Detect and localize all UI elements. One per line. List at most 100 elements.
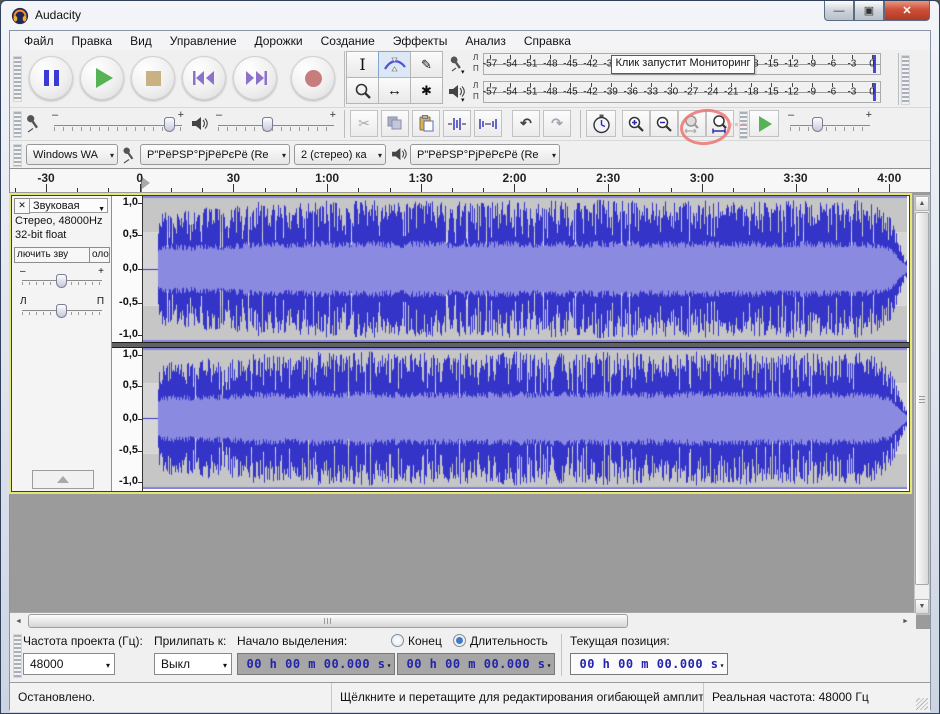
menu-item[interactable]: Анализ — [456, 32, 515, 50]
timeshift-tool-button[interactable]: ↔ — [378, 77, 411, 104]
track-gain-thumb[interactable] — [56, 274, 67, 288]
selection-toolbar-grip[interactable] — [13, 634, 22, 678]
record-button[interactable] — [291, 56, 335, 100]
magnifier-icon — [354, 82, 372, 100]
playback-speed-slider[interactable]: – + — [788, 110, 872, 138]
track-pan-slider[interactable]: Л П — [20, 296, 104, 322]
menu-item[interactable]: Эффекты — [384, 32, 457, 50]
recording-channels-dropdown[interactable]: 2 (стерео) ка▾ — [294, 144, 386, 165]
playback-volume-thumb[interactable] — [262, 117, 273, 132]
close-button[interactable]: ✕ — [884, 1, 930, 21]
pencil-icon: ✎ — [421, 57, 432, 73]
meter-toolbar-grip[interactable] — [901, 55, 910, 105]
draw-tool-button[interactable]: ✎ — [410, 51, 443, 78]
timeline-label: 1:30 — [409, 171, 433, 185]
playback-device-dropdown[interactable]: Р"РёРЅР°РјРёРєРё (Re▾ — [410, 144, 560, 165]
zoom-out-button[interactable] — [650, 110, 678, 137]
menu-item[interactable]: Управление — [161, 32, 246, 50]
restore-button[interactable]: ▣ — [854, 1, 884, 21]
zoom-tool-button[interactable] — [346, 77, 379, 104]
menu-item[interactable]: Файл — [15, 32, 63, 50]
selection-start-field[interactable]: 00 h 00 m 00.000 s▾ — [237, 653, 395, 675]
timer-record-button[interactable] — [586, 110, 616, 137]
scroll-down-button[interactable]: ▼ — [915, 599, 929, 614]
snap-to-dropdown[interactable]: Выкл▾ — [154, 653, 232, 675]
plus-label: + — [330, 109, 336, 121]
track-gain-slider[interactable]: – + — [20, 266, 104, 292]
selection-length-field[interactable]: 00 h 00 m 00.000 s▾ — [397, 653, 555, 675]
title-bar[interactable]: Audacity — ▣ ✕ — [1, 1, 939, 30]
timeline-label: 4:00 — [877, 171, 901, 185]
waveform-channel-right[interactable] — [143, 348, 907, 489]
scroll-right-button[interactable]: ► — [898, 614, 913, 628]
stop-button[interactable] — [131, 56, 175, 100]
transport-toolbar-grip[interactable] — [13, 56, 22, 102]
track-collapse-button[interactable] — [32, 470, 94, 489]
vertical-scrollbar[interactable]: ▲ ▼ — [914, 195, 930, 615]
radio-length[interactable] — [453, 634, 466, 647]
horizontal-scroll-thumb[interactable] — [28, 614, 628, 628]
paste-button[interactable] — [412, 110, 440, 137]
play-button[interactable] — [80, 56, 124, 100]
scroll-left-button[interactable]: ◄ — [11, 614, 26, 628]
mute-button[interactable]: лючить зву — [14, 247, 90, 263]
recording-volume-slider[interactable]: – + — [52, 110, 184, 138]
audio-host-dropdown[interactable]: Windows WA▾ — [26, 144, 118, 165]
meter-scale-value: -54 — [503, 59, 517, 70]
skip-to-end-button[interactable] — [233, 56, 277, 100]
silence-button[interactable] — [474, 110, 502, 137]
pause-button[interactable] — [29, 56, 73, 100]
menu-item[interactable]: Создание — [312, 32, 384, 50]
snap-to-label: Прилипать к: — [154, 634, 226, 648]
amplitude-label: 0,5 — [123, 228, 138, 240]
cut-button[interactable]: ✂ — [350, 110, 378, 137]
device-toolbar-grip[interactable] — [13, 144, 22, 167]
play-meter-dropdown-arrow[interactable]: ▾ — [461, 96, 465, 104]
menu-item[interactable]: Вид — [121, 32, 161, 50]
scroll-up-button[interactable]: ▲ — [915, 196, 929, 211]
solo-button[interactable]: оло — [89, 247, 110, 263]
timeline-tick — [46, 184, 47, 192]
current-position-field[interactable]: 00 h 00 m 00.000 s▾ — [570, 653, 728, 675]
recording-volume-thumb[interactable] — [164, 117, 175, 132]
track-pan-thumb[interactable] — [56, 304, 67, 318]
menu-item[interactable]: Правка — [63, 32, 122, 50]
track-close-button[interactable]: ✕ — [14, 198, 30, 214]
menu-item[interactable]: Дорожки — [246, 32, 312, 50]
waveform-channel-left[interactable] — [143, 196, 907, 342]
resize-grip[interactable] — [916, 698, 928, 710]
copy-button[interactable] — [381, 110, 409, 137]
scissors-icon: ✂ — [358, 115, 370, 132]
minimize-button[interactable]: — — [824, 1, 854, 21]
horizontal-scrollbar[interactable]: ◄ ► — [10, 612, 916, 629]
menu-item[interactable]: Справка — [515, 32, 580, 50]
play-icon — [96, 68, 113, 88]
timeline-tick — [233, 184, 234, 192]
track-name-dropdown[interactable]: Звуковая▼ — [29, 198, 108, 213]
envelope-tool-button[interactable] — [378, 51, 411, 78]
selection-tool-button[interactable]: I — [346, 51, 379, 78]
timeline-ruler[interactable]: -300301:001:302:002:303:003:304:00 — [10, 169, 930, 193]
trim-button[interactable] — [443, 110, 471, 137]
recording-device-dropdown[interactable]: Р"РёРЅР°РјРёРєРё (Re▾ — [140, 144, 290, 165]
mixer-toolbar-grip[interactable] — [13, 111, 22, 138]
multi-tool-button[interactable]: ✱ — [410, 77, 443, 104]
undo-button[interactable]: ↶ — [512, 110, 540, 137]
playback-volume-slider[interactable]: – + — [216, 110, 336, 138]
vertical-scroll-thumb[interactable] — [915, 212, 929, 585]
project-rate-value: 48000 — [30, 657, 63, 671]
playback-speed-thumb[interactable] — [812, 117, 823, 132]
meter-scale-value: -51 — [523, 59, 537, 70]
track-area: ✕ Звуковая▼ Стерео, 48000Hz 32-bit float… — [10, 192, 930, 629]
play-meter[interactable]: -57-54-51-48-45-42-39-36-33-30-27-24-21-… — [483, 81, 881, 103]
redo-button[interactable]: ↷ — [543, 110, 571, 137]
fit-selection-button[interactable] — [678, 110, 706, 137]
play-at-speed-button[interactable] — [749, 110, 779, 137]
record-meter-dropdown-arrow[interactable]: ▾ — [461, 68, 465, 76]
skip-to-start-button[interactable] — [182, 56, 226, 100]
timeline-label: 2:00 — [502, 171, 526, 185]
asterisk-icon: ✱ — [421, 83, 432, 99]
radio-end[interactable] — [391, 634, 404, 647]
zoom-in-button[interactable] — [622, 110, 650, 137]
project-rate-dropdown[interactable]: 48000▾ — [23, 653, 115, 675]
